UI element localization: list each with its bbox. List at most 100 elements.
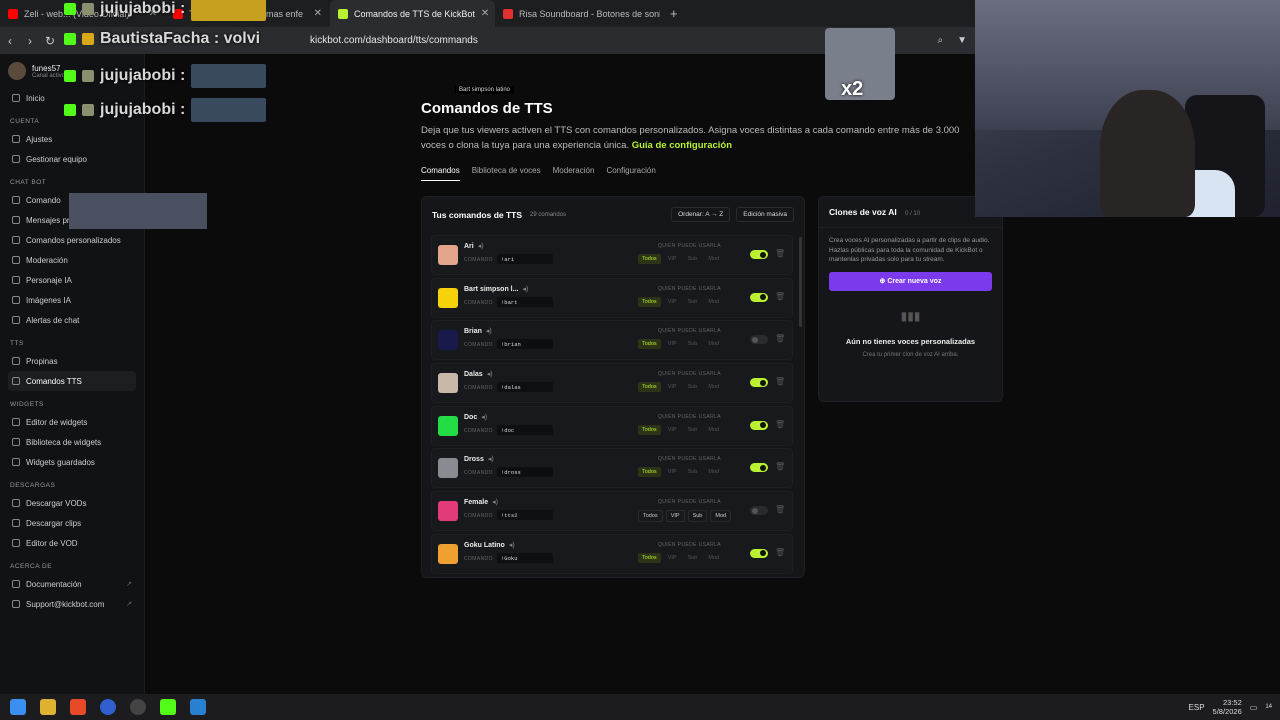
sidebar-item[interactable]: Support@kickbot.com ↗ [0,594,144,614]
tab-configuracion[interactable]: Configuración [606,166,655,181]
back-icon[interactable]: ‹ [0,34,20,48]
permission-chip[interactable]: Todos [638,510,663,523]
sidebar-item[interactable]: Ajustes [0,129,144,149]
command-input[interactable]: !bart [497,296,553,307]
permission-chip[interactable]: Sub [684,297,702,307]
permission-chip[interactable]: VIP [664,297,681,307]
permission-chip[interactable]: Mod [710,510,732,523]
forward-icon[interactable]: › [20,34,40,48]
enable-toggle[interactable] [750,420,768,430]
enable-toggle[interactable] [750,378,768,388]
close-tab-icon[interactable]: ✕ [481,8,489,19]
trash-icon[interactable]: 🗑 [775,249,785,258]
sidebar-item[interactable]: Gestionar equipo [0,149,144,169]
zoom-icon[interactable]: ⌕ [937,35,943,46]
trash-icon[interactable]: 🗑 [775,505,785,514]
permission-chip[interactable]: Todos [638,382,661,393]
scrollbar[interactable] [799,237,802,327]
command-row[interactable]: Ari ◂) COMANDO !ari QUIÉN PUEDE USARLA To… [431,235,793,275]
permission-chip[interactable]: Todos [638,424,661,435]
command-row[interactable]: Brian ◂) COMANDO !brian QUIÉN PUEDE USARL… [431,320,793,361]
enable-toggle[interactable] [750,250,768,259]
reload-icon[interactable]: ↻ [40,34,60,48]
sidebar-item[interactable]: Personaje IA [0,270,144,290]
permission-chip[interactable]: Sub [684,254,702,264]
command-input[interactable]: !doc [497,424,553,435]
language-indicator[interactable]: ESP [1189,703,1205,712]
permission-chip[interactable]: VIP [664,553,681,563]
permission-chip[interactable]: VIP [665,510,685,523]
command-input[interactable]: !Goku [497,552,553,563]
windows-start-icon[interactable] [10,699,26,715]
trash-icon[interactable]: 🗑 [775,292,785,301]
enable-toggle[interactable] [750,335,768,345]
app-icon[interactable] [190,699,206,715]
command-row[interactable]: Dalas ◂) COMANDO !dalas QUIÉN PUEDE USARL… [431,363,793,404]
permission-chip[interactable]: Mod [704,339,723,349]
sidebar-item[interactable]: Comandos personalizados [0,230,144,250]
tab-biblioteca[interactable]: Biblioteca de voces [472,166,541,181]
trash-icon[interactable]: 🗑 [775,548,785,557]
speaker-icon[interactable]: ◂) [487,371,493,378]
kick-icon[interactable] [160,699,176,715]
permission-chip[interactable]: Mod [704,382,723,392]
bulk-edit-button[interactable]: Edición masiva [736,207,794,222]
sidebar-item[interactable]: Widgets guardados [0,452,144,472]
speaker-icon[interactable]: ◂) [492,499,498,506]
permission-chip[interactable]: Sub [684,425,702,435]
speaker-icon[interactable]: ◂) [522,286,528,293]
browser-tab[interactable]: Comandos de TTS de KickBot ✕ [330,0,495,27]
permission-chip[interactable]: VIP [664,339,681,349]
trash-icon[interactable]: 🗑 [775,462,785,471]
permission-chip[interactable]: Mod [704,553,723,563]
url-field[interactable]: kickbot.com/dashboard/tts/commands [310,35,478,46]
permission-chip[interactable]: Sub [684,339,702,349]
sidebar-item[interactable]: Editor de VOD [0,533,144,553]
brave-browser-icon[interactable] [70,699,86,715]
sidebar-item[interactable]: Descargar clips [0,513,144,533]
permission-chip[interactable]: Todos [638,296,661,307]
enable-toggle[interactable] [750,292,768,302]
sidebar-item[interactable]: Moderación [0,250,144,270]
command-row[interactable]: Dross ◂) COMANDO !dross QUIÉN PUEDE USARL… [431,448,793,489]
permission-chip[interactable]: VIP [664,382,681,392]
permission-chip[interactable]: Sub [687,510,708,523]
permission-chip[interactable]: Todos [638,467,661,478]
command-input[interactable]: !dalas [497,382,553,393]
speaker-icon[interactable]: ◂) [509,542,515,549]
tab-moderacion[interactable]: Moderación [553,166,595,181]
sort-dropdown[interactable]: Ordenar: A → Z [671,207,731,222]
sidebar-item[interactable]: Comandos TTS [8,371,136,391]
file-explorer-icon[interactable] [40,699,56,715]
command-input[interactable]: !brian [497,339,553,350]
sidebar-item[interactable]: Descargar VODs [0,493,144,513]
trash-icon[interactable]: 🗑 [775,377,785,386]
permission-chip[interactable]: Mod [704,425,723,435]
notification-icon[interactable]: ▭ [1250,703,1258,712]
enable-toggle[interactable] [750,548,768,558]
command-row[interactable]: Bart simpson l... ◂) COMANDO !bart QUIÉN … [431,277,793,318]
permission-chip[interactable]: Mod [704,254,723,264]
new-tab-button[interactable]: + [660,6,688,21]
create-voice-button[interactable]: ⊕ Crear nueva voz [829,271,992,291]
sidebar-item[interactable]: Documentación ↗ [0,574,144,594]
speaker-icon[interactable]: ◂) [478,243,484,250]
speaker-icon[interactable]: ◂) [486,328,492,335]
permission-chip[interactable]: Mod [704,297,723,307]
shield-icon[interactable]: ▼ [957,35,967,46]
sidebar-item[interactable]: Editor de widgets [0,412,144,432]
close-tab-icon[interactable]: ✕ [314,8,322,19]
speaker-icon[interactable]: ◂) [481,414,487,421]
tab-comandos[interactable]: Comandos [421,166,460,181]
command-row[interactable]: Female ◂) COMANDO !tts2 QUIÉN PUEDE USARL… [431,491,793,532]
guide-link[interactable]: Guía de configuración [632,140,732,151]
permission-chip[interactable]: VIP [664,254,681,264]
permission-chip[interactable]: Todos [638,552,661,563]
permission-chip[interactable]: Sub [684,467,702,477]
obs-icon[interactable] [130,699,146,715]
permission-chip[interactable]: Sub [684,382,702,392]
sidebar-item[interactable]: Alertas de chat [0,310,144,330]
command-input[interactable]: !ari [497,254,553,264]
permission-chip[interactable]: Todos [638,339,661,350]
permission-chip[interactable]: Sub [684,553,702,563]
